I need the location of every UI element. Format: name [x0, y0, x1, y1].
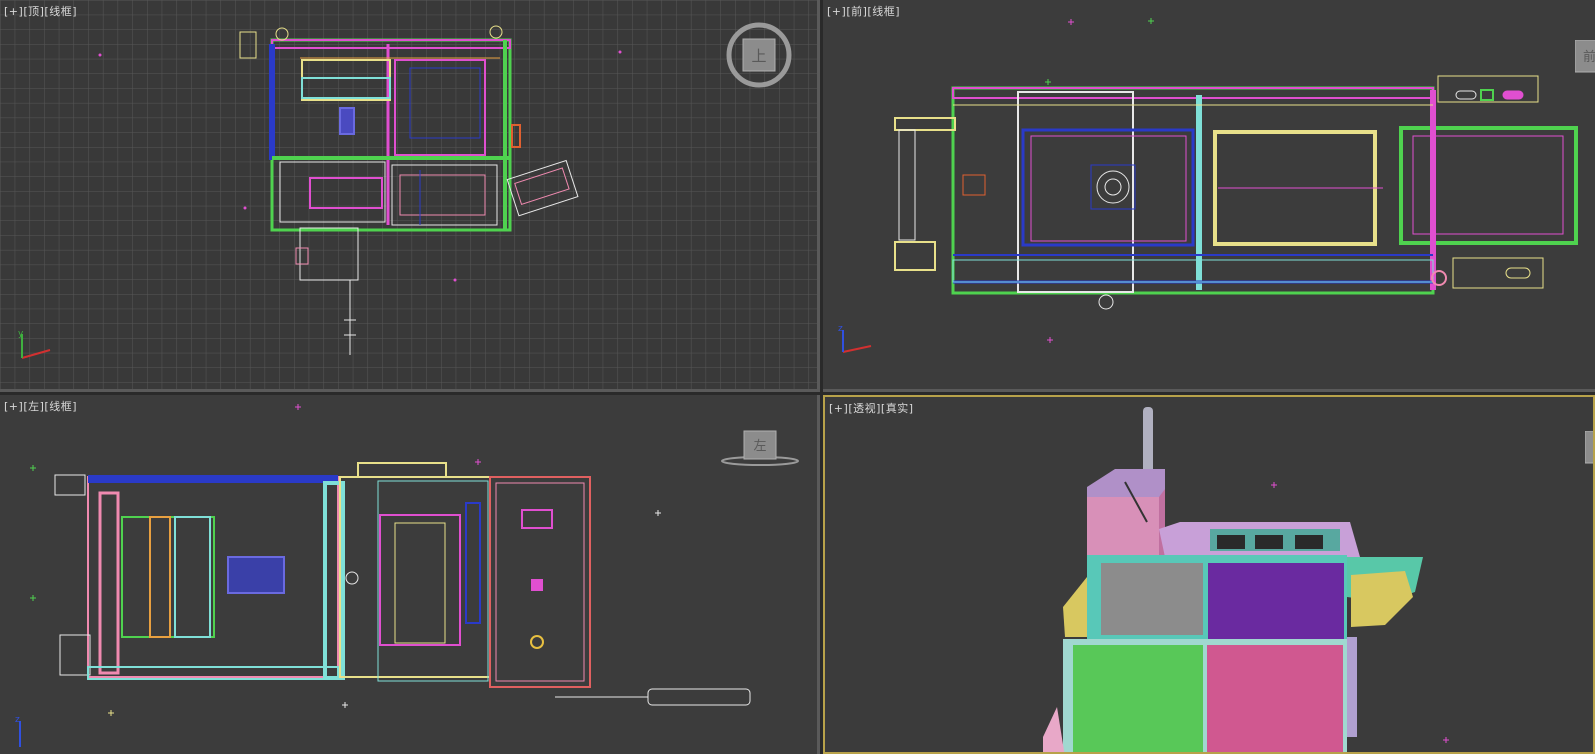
- viewport-front-mode-menu[interactable]: [线框]: [867, 5, 900, 18]
- viewport-left-menu[interactable]: [+]: [4, 400, 23, 413]
- viewport-top-menu[interactable]: [+]: [4, 5, 23, 18]
- axis-top-label: y: [18, 329, 24, 339]
- axis-tripod-left-icon: z: [12, 713, 52, 753]
- viewport-front-view-menu[interactable]: [前]: [846, 5, 867, 18]
- viewcube-front-face: 前: [1583, 49, 1595, 65]
- axis-tripod-front-icon: z: [835, 322, 875, 362]
- viewport-front-menu[interactable]: [+]: [827, 5, 846, 18]
- viewport-persp-label: [+][透视][真实]: [829, 400, 914, 416]
- viewport-left[interactable]: [+][左][线框] 左 z: [0, 395, 820, 754]
- viewport-persp-mode-menu[interactable]: [真实]: [881, 402, 914, 415]
- viewcube-persp[interactable]: [1584, 430, 1593, 469]
- viewport-top-mode-menu[interactable]: [线框]: [44, 5, 77, 18]
- viewport-top-view-menu[interactable]: [顶]: [23, 5, 44, 18]
- viewcube-left-face: 左: [753, 439, 766, 454]
- left-view-wireframe: [30, 404, 751, 716]
- axis-tripod-top-icon: y: [14, 328, 54, 368]
- viewport-top-label: [+][顶][线框]: [4, 3, 77, 19]
- viewport-front-label: [+][前][线框]: [827, 3, 900, 19]
- perspective-shaded-model: [1043, 407, 1449, 752]
- viewport-persp-view-menu[interactable]: [透视]: [848, 402, 881, 415]
- viewcube-top-face: 上: [751, 47, 766, 65]
- axis-front-label: z: [838, 324, 843, 334]
- viewport-left-view-menu[interactable]: [左]: [23, 400, 44, 413]
- top-view-wireframe: [0, 0, 817, 389]
- viewport-perspective[interactable]: [+][透视][真实]: [823, 395, 1595, 754]
- viewport-persp-menu[interactable]: [+]: [829, 402, 848, 415]
- viewport-left-label: [+][左][线框]: [4, 398, 77, 414]
- viewport-top[interactable]: [+][顶][线框] 上 y: [0, 0, 820, 392]
- viewport-front[interactable]: [+][前][线框] 前 z: [823, 0, 1595, 392]
- viewcube-front[interactable]: 前: [1574, 39, 1595, 78]
- viewport-left-mode-menu[interactable]: [线框]: [44, 400, 77, 413]
- front-view-wireframe: [894, 18, 1578, 343]
- viewcube-top[interactable]: 上: [726, 22, 792, 92]
- viewcube-left[interactable]: 左: [720, 427, 800, 475]
- axis-left-label: z: [15, 715, 20, 725]
